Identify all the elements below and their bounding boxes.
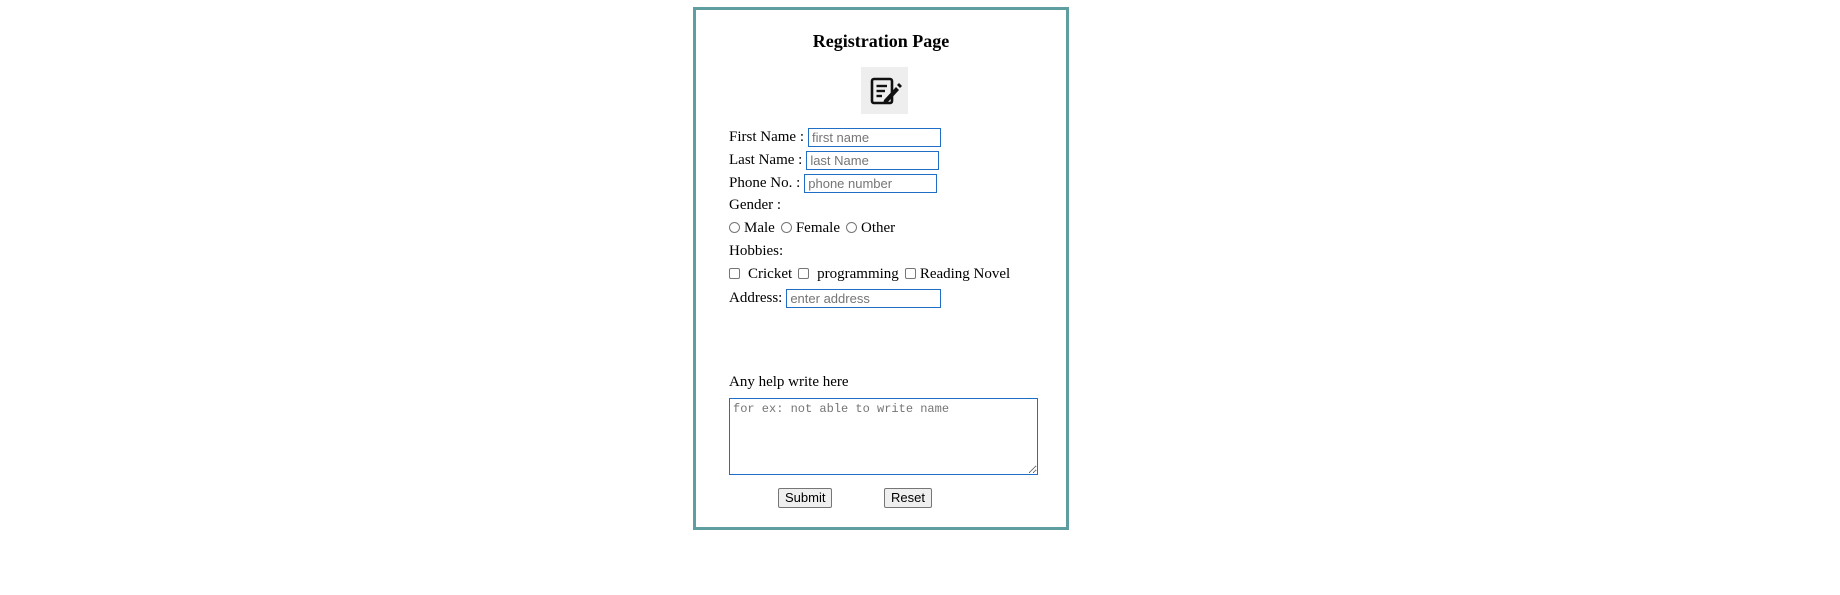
hobby-cricket-checkbox[interactable] xyxy=(729,268,740,279)
gender-other-label[interactable]: Other xyxy=(861,220,895,237)
registration-card: Registration Page First Name : Last Name… xyxy=(693,7,1069,530)
hobby-reading-label[interactable]: Reading Novel xyxy=(920,266,1010,283)
help-label-row: Any help write here xyxy=(729,374,849,391)
hobbies-label-row: Hobbies: xyxy=(729,243,783,260)
first-name-input[interactable] xyxy=(808,128,941,147)
gender-options: Male Female Other xyxy=(729,220,895,237)
hobbies-label: Hobbies: xyxy=(729,243,784,259)
first-name-label: First Name : xyxy=(729,129,804,145)
hobby-programming-label[interactable]: programming xyxy=(817,266,899,283)
gender-other-radio[interactable] xyxy=(845,222,857,233)
phone-row: Phone No. : xyxy=(729,174,938,193)
hobby-programming-checkbox[interactable] xyxy=(798,268,810,279)
submit-button[interactable]: Submit xyxy=(778,488,833,508)
address-row: Address: xyxy=(729,289,942,308)
gender-male-radio[interactable] xyxy=(729,222,740,233)
last-name-row: Last Name : xyxy=(729,151,940,170)
gender-male-label[interactable]: Male xyxy=(744,220,775,237)
address-input[interactable] xyxy=(786,289,942,308)
reset-button[interactable]: Reset xyxy=(884,488,932,508)
gender-female-label[interactable]: Female xyxy=(796,220,840,237)
address-label: Address: xyxy=(729,290,783,306)
gender-label: Gender : xyxy=(729,197,782,213)
help-label: Any help write here xyxy=(729,374,849,390)
last-name-input[interactable] xyxy=(806,151,940,170)
hobby-cricket-label[interactable]: Cricket xyxy=(748,266,792,283)
help-textarea[interactable] xyxy=(729,398,1038,475)
gender-female-radio[interactable] xyxy=(780,222,792,233)
phone-label: Phone No. : xyxy=(729,175,801,191)
edit-document-icon xyxy=(861,67,908,114)
first-name-row: First Name : xyxy=(729,128,941,147)
gender-label-row: Gender : xyxy=(729,197,781,214)
phone-input[interactable] xyxy=(804,174,938,193)
page-title: Registration Page xyxy=(812,31,950,51)
hobbies-options: Cricket programming Reading Novel xyxy=(729,266,1010,283)
last-name-label: Last Name : xyxy=(729,152,803,168)
hobby-reading-checkbox[interactable] xyxy=(904,268,916,279)
